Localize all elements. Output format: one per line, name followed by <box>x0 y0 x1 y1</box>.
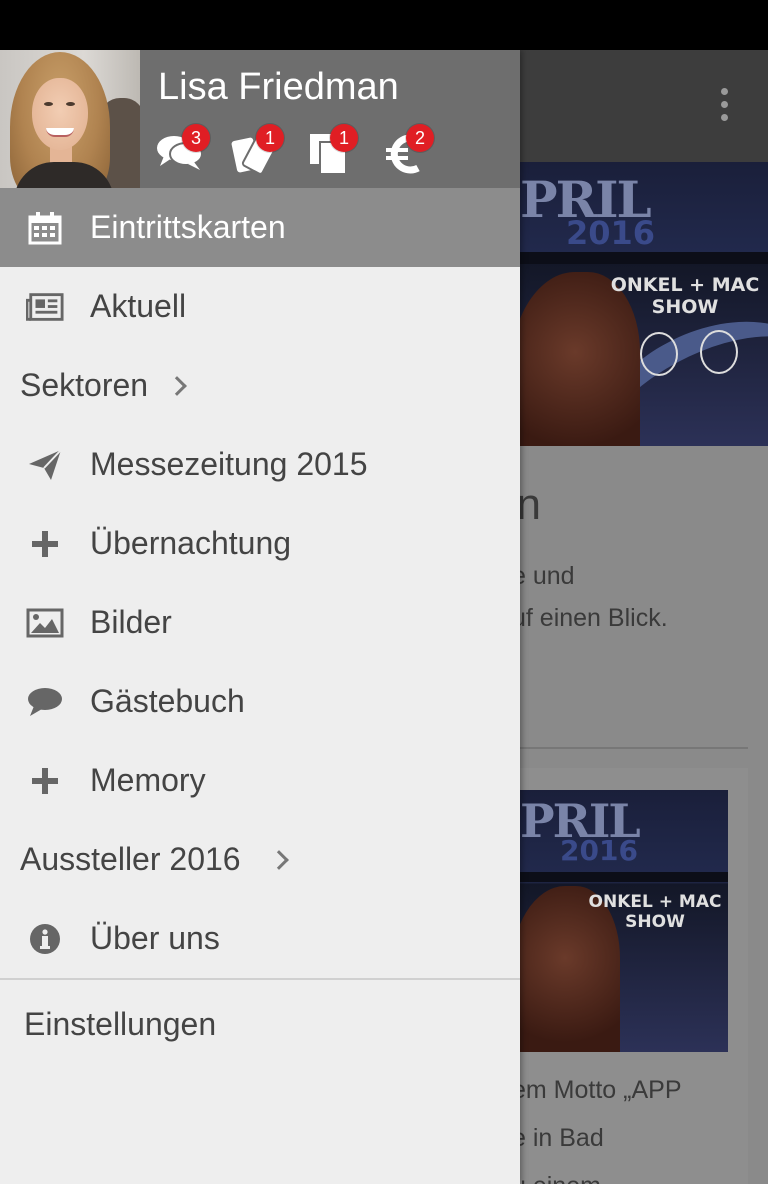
menu-item-einstellungen[interactable]: Einstellungen <box>0 980 520 1070</box>
divider <box>520 747 748 749</box>
menu-item-bilder[interactable]: Bilder <box>0 583 520 662</box>
content-text: e und <box>512 562 575 590</box>
menu-item-label: Aktuell <box>90 288 187 324</box>
overflow-menu-icon[interactable] <box>718 88 730 124</box>
menu-item-ueber-uns[interactable]: Über uns <box>0 899 520 978</box>
newspaper-icon <box>26 288 64 326</box>
status-bar <box>0 0 768 50</box>
paper-plane-icon <box>26 446 64 484</box>
card-banner: PRIL 2016 ONKEL + MAC SHOW <box>520 790 728 1052</box>
tickets-badge: 1 <box>256 124 284 152</box>
chevron-right-icon <box>167 375 187 396</box>
navigation-drawer: Lisa Friedman 3 1 1 2 Eintrittskarten Ak… <box>0 50 520 1184</box>
drawer-header: Lisa Friedman 3 1 1 2 <box>0 50 520 188</box>
menu-item-memory[interactable]: Memory <box>0 741 520 820</box>
menu-item-uebernachtung[interactable]: Übernachtung <box>0 504 520 583</box>
drawer-menu: Eintrittskarten Aktuell Sektoren Messeze… <box>0 188 520 1070</box>
settings-label: Einstellungen <box>24 1006 217 1042</box>
content-text: u einem <box>512 1172 601 1184</box>
messages-button[interactable]: 3 <box>156 124 210 176</box>
menu-item-label: Eintrittskarten <box>90 209 286 245</box>
payments-badge: 2 <box>406 124 434 152</box>
menu-item-gaestebuch[interactable]: Gästebuch <box>0 662 520 741</box>
plus-icon <box>26 762 64 800</box>
payments-button[interactable]: 2 <box>384 124 436 176</box>
event-banner: PRIL 2016 ONKEL + MAC SHOW <box>520 162 768 446</box>
content-text: em Motto „APP <box>512 1076 682 1104</box>
menu-section-label: Aussteller 2016 <box>20 841 241 877</box>
plus-icon <box>26 525 64 563</box>
speech-bubble-icon <box>26 683 64 721</box>
content-text: uf einen Blick. <box>512 604 668 632</box>
avatar[interactable] <box>0 50 140 188</box>
menu-item-label: Bilder <box>90 604 172 640</box>
menu-item-label: Über uns <box>90 920 220 956</box>
messages-badge: 3 <box>182 124 210 152</box>
menu-item-label: Memory <box>90 762 206 798</box>
info-icon <box>26 920 64 958</box>
tickets-button[interactable]: 1 <box>230 124 284 176</box>
chevron-right-icon <box>269 849 289 870</box>
menu-item-label: Übernachtung <box>90 525 292 561</box>
documents-button[interactable]: 1 <box>308 124 360 176</box>
menu-item-messezeitung[interactable]: Messezeitung 2015 <box>0 425 520 504</box>
documents-badge: 1 <box>330 124 358 152</box>
menu-item-aktuell[interactable]: Aktuell <box>0 267 520 346</box>
menu-section-aussteller[interactable]: Aussteller 2016 <box>0 820 520 899</box>
image-icon <box>26 604 64 642</box>
banner-show-title: ONKEL + MAC SHOW <box>610 274 760 318</box>
banner-year: 2016 <box>566 214 656 252</box>
user-name: Lisa Friedman <box>158 66 399 108</box>
menu-item-label: Messezeitung 2015 <box>90 446 368 482</box>
calendar-icon <box>26 209 64 247</box>
menu-item-label: Gästebuch <box>90 683 245 719</box>
menu-section-sektoren[interactable]: Sektoren <box>0 346 520 425</box>
content-text: e in Bad <box>512 1124 604 1152</box>
menu-section-label: Sektoren <box>20 367 149 403</box>
menu-item-eintrittskarten[interactable]: Eintrittskarten <box>0 188 520 267</box>
